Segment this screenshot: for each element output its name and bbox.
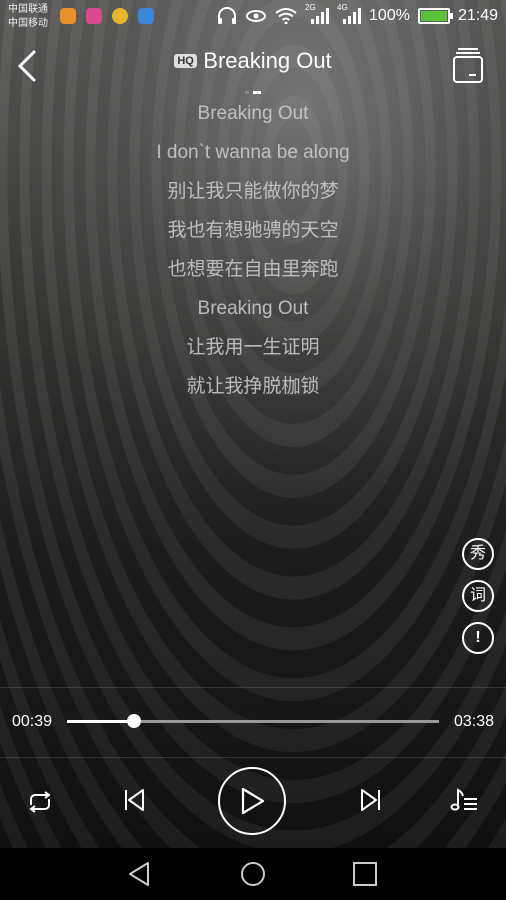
play-icon — [241, 787, 265, 815]
playlist-button[interactable] — [448, 784, 480, 816]
page-dot-active — [253, 91, 261, 94]
notif-app-icon-1 — [60, 8, 76, 24]
battery-percent: 100% — [369, 7, 410, 24]
song-title: Breaking Out — [203, 48, 332, 73]
next-icon — [361, 789, 380, 811]
status-right: 2G 4G 100% 21:49 — [217, 3, 498, 25]
signal-bars-icon — [311, 8, 330, 24]
previous-icon — [125, 789, 144, 811]
play-button[interactable] — [218, 767, 286, 835]
divider-bottom — [0, 757, 506, 758]
signal-bars-icon — [343, 8, 362, 24]
notif-app-icon-3 — [112, 8, 128, 24]
lyric-line: 也想要在自由里奔跑 — [167, 259, 339, 280]
playlist-icon — [450, 788, 477, 811]
lyric-line: 我也有想驰骋的天空 — [167, 220, 339, 241]
lyrics-panel[interactable]: Breaking Out I don`t wanna be along 别让我只… — [0, 100, 506, 412]
current-time: 00:39 — [12, 713, 53, 730]
lyric-line: 让我用一生证明 — [186, 337, 320, 358]
previous-button[interactable] — [118, 784, 150, 816]
next-button[interactable] — [355, 784, 387, 816]
wifi-icon — [275, 8, 297, 24]
repeat-icon — [29, 791, 51, 813]
battery-icon — [417, 8, 453, 24]
title-area: HQ Breaking Out — [0, 48, 506, 74]
clock: 21:49 — [457, 7, 498, 24]
page-dot — [245, 91, 249, 94]
progress-played — [67, 720, 134, 723]
repeat-button[interactable] — [24, 786, 56, 818]
signal-4g: 4G — [337, 3, 362, 25]
recents-square-icon[interactable] — [351, 860, 379, 888]
back-triangle-icon[interactable] — [126, 860, 154, 888]
hq-badge: HQ — [174, 54, 197, 68]
progress-thumb[interactable] — [126, 714, 141, 728]
status-bar: 中国联通 中国移动 2G 4G 100% 21:49 — [0, 0, 506, 36]
carrier-2: 中国移动 — [8, 18, 48, 29]
lyric-line: 就让我挣脱枷锁 — [186, 376, 320, 397]
total-time: 03:38 — [453, 713, 494, 730]
lyric-line: Breaking Out — [197, 103, 309, 124]
lyric-line: Breaking Out — [197, 298, 309, 319]
signal-2g: 2G — [305, 3, 330, 25]
page-indicator — [0, 81, 506, 99]
lyric-line: 别让我只能做你的梦 — [167, 181, 339, 202]
lyrics-button[interactable]: 词 — [462, 580, 494, 612]
progress-track[interactable] — [67, 714, 439, 728]
play-queue-icon[interactable] — [452, 46, 484, 84]
notif-app-icon-2 — [86, 8, 102, 24]
report-button[interactable]: ! — [462, 622, 494, 654]
divider-top — [0, 687, 506, 688]
home-circle-icon[interactable] — [239, 860, 267, 888]
system-nav-bar — [0, 848, 506, 900]
notif-app-icon-4 — [138, 8, 154, 24]
player-header: HQ Breaking Out — [0, 40, 506, 96]
show-button[interactable]: 秀 — [462, 538, 494, 570]
headphones-icon — [218, 7, 237, 24]
carrier-1: 中国联通 — [8, 4, 48, 15]
eye-icon — [246, 10, 267, 22]
carrier-info: 中国联通 中国移动 — [8, 3, 48, 31]
lyric-line: I don`t wanna be along — [156, 142, 350, 163]
